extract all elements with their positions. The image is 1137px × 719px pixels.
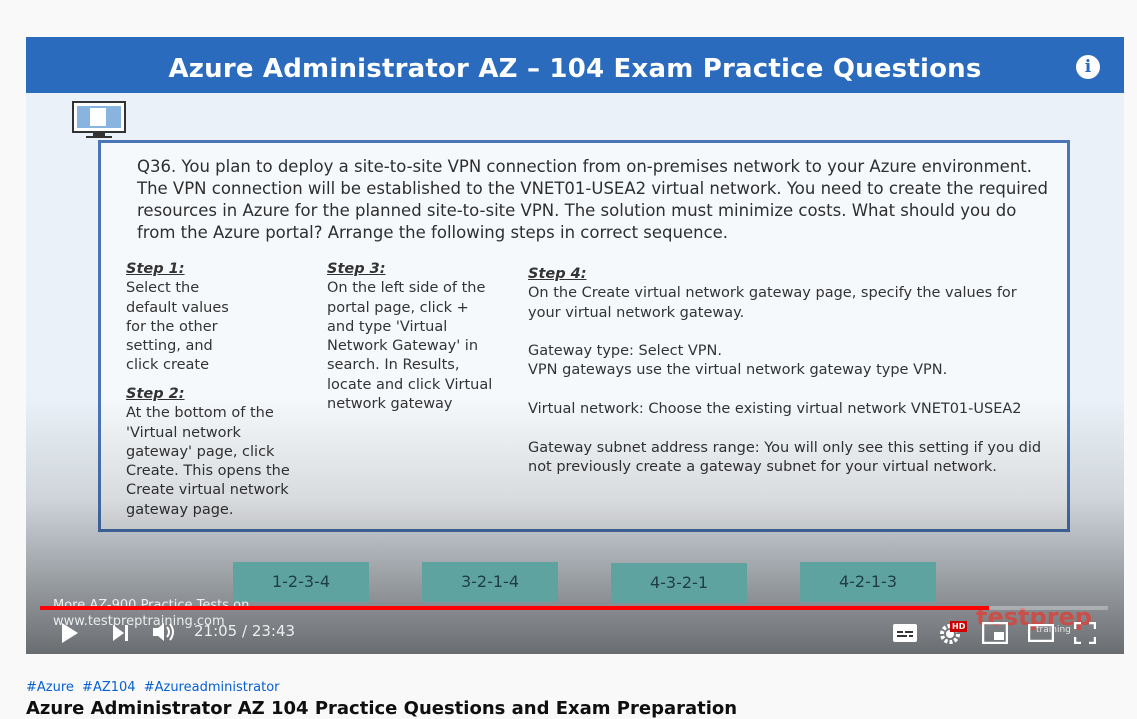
step-text: At the bottom of the 'Virtual network ga… [126, 405, 290, 518]
step-label: Step 1: [126, 261, 185, 277]
step-text: On the Create virtual network gateway pa… [528, 285, 1042, 475]
question-box: Q36. You plan to deploy a site-to-site V… [98, 140, 1070, 532]
hashtag-link[interactable]: #Azureadministrator [144, 680, 280, 695]
answer-option-d: 4-2-1-3 [800, 562, 936, 602]
answer-option-b: 3-2-1-4 [422, 562, 558, 602]
video-title: Azure Administrator AZ 104 Practice Ques… [26, 698, 738, 719]
duration: 23:43 [251, 622, 296, 640]
current-time: 21:05 [194, 622, 238, 640]
step-text: On the left side of the portal page, cli… [327, 280, 493, 413]
step-4: Step 4: On the Create virtual network ga… [528, 265, 1058, 477]
fullscreen-icon[interactable] [1074, 622, 1096, 644]
hashtag-link[interactable]: #Azure [26, 680, 74, 695]
progress-played [40, 606, 990, 610]
step-label: Step 3: [327, 261, 386, 277]
step-2: Step 2: At the bottom of the 'Virtual ne… [126, 385, 316, 520]
time-display: 21:05 / 23:43 [194, 622, 296, 640]
step-text: Select the default values for the other … [126, 280, 229, 374]
step-3: Step 3: On the left side of the portal p… [327, 260, 517, 414]
subtitles-icon[interactable] [892, 623, 918, 643]
video-player[interactable]: Azure Administrator AZ – 104 Exam Practi… [26, 37, 1124, 654]
hd-badge: HD [950, 621, 968, 632]
hashtag-link[interactable]: #AZ104 [82, 680, 136, 695]
volume-icon[interactable] [152, 621, 178, 643]
answer-option-a: 1-2-3-4 [233, 562, 369, 602]
next-icon[interactable] [112, 624, 130, 642]
hashtags: #Azure #AZ104 #Azureadministrator [26, 680, 284, 695]
monitor-icon [72, 101, 126, 138]
info-icon[interactable]: i [1076, 55, 1100, 79]
miniplayer-icon[interactable] [982, 622, 1008, 644]
play-icon[interactable] [60, 622, 80, 644]
theater-mode-icon[interactable] [1028, 624, 1054, 642]
question-text: Q36. You plan to deploy a site-to-site V… [137, 157, 1048, 242]
step-label: Step 2: [126, 386, 185, 402]
slide-title: Azure Administrator AZ – 104 Exam Practi… [168, 54, 982, 84]
answer-option-c: 4-3-2-1 [611, 563, 747, 603]
progress-bar[interactable] [40, 606, 1108, 610]
step-1: Step 1: Select the default values for th… [126, 260, 306, 376]
step-label: Step 4: [528, 266, 587, 282]
